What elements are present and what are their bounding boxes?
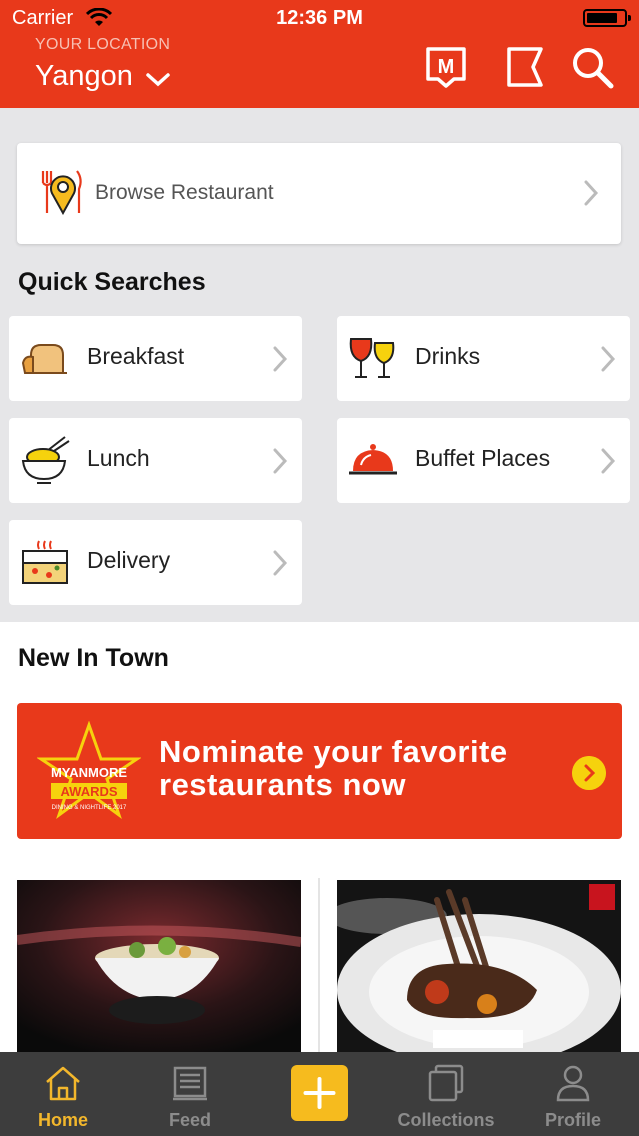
bread-icon — [21, 344, 67, 374]
chevron-right-icon — [273, 346, 288, 372]
browse-restaurant-label: Browse Restaurant — [95, 181, 274, 204]
tab-feed[interactable]: Feed — [130, 1052, 250, 1136]
battery-icon — [583, 9, 631, 27]
myanmore-awards-logo: MYANMORE AWARDS DINING & NIGHTLIFE 2017 — [37, 721, 141, 819]
wine-glasses-icon — [349, 338, 395, 378]
tab-home[interactable]: Home — [3, 1052, 123, 1136]
chevron-down-icon — [146, 72, 170, 86]
chevron-right-icon — [601, 448, 616, 474]
add-icon — [303, 1077, 336, 1109]
pizza-box-icon — [22, 540, 68, 584]
chevron-right-icon — [584, 180, 599, 206]
tab-profile[interactable]: Profile — [513, 1052, 633, 1136]
add-button[interactable] — [291, 1065, 348, 1121]
arrow-right-circle-icon[interactable] — [572, 756, 606, 790]
quick-search-label: Drinks — [415, 343, 481, 369]
chevron-right-icon — [601, 346, 616, 372]
map-pin-cutlery-icon — [41, 170, 82, 215]
browse-restaurant-card[interactable]: Browse Restaurant — [17, 143, 621, 244]
salad-bowl-photo[interactable] — [17, 880, 301, 1052]
home-icon — [46, 1066, 80, 1101]
tab-label: Profile — [544, 1110, 601, 1130]
location-value: Yangon — [35, 60, 133, 92]
quick-search-label: Lunch — [87, 445, 150, 471]
m-badge-icon[interactable]: M — [424, 45, 468, 89]
quick-search-label: Breakfast — [87, 343, 185, 369]
logo-text-dining: DINING & NIGHTLIFE 2017 — [52, 805, 127, 811]
quick-search-delivery[interactable]: Delivery — [9, 520, 302, 605]
tab-label: Feed — [168, 1110, 211, 1130]
feed-icon — [173, 1066, 207, 1101]
quick-search-lunch[interactable]: Lunch — [9, 418, 302, 503]
quick-search-label: Delivery — [87, 547, 171, 573]
food-cloche-icon — [349, 444, 397, 475]
logo-text-awards: AWARDS — [60, 784, 117, 799]
quick-searches-title: Quick Searches — [18, 268, 206, 296]
quick-search-label: Buffet Places — [415, 445, 551, 471]
location-label: YOUR LOCATION — [35, 36, 171, 53]
app-header: Carrier 12:36 PM YOUR LOCATION Yangon M — [0, 0, 639, 108]
collections-icon — [428, 1064, 464, 1102]
rice-bowl-icon — [21, 436, 70, 484]
banner-line-2: restaurants now — [159, 767, 406, 802]
search-icon[interactable] — [570, 45, 614, 89]
photo-divider — [318, 878, 320, 1052]
chevron-right-icon — [273, 550, 288, 576]
quick-search-drinks[interactable]: Drinks — [337, 316, 630, 401]
new-in-town-title: New In Town — [18, 644, 169, 672]
tab-collections[interactable]: Collections — [386, 1052, 506, 1136]
banner-line-1: Nominate your favorite — [159, 734, 508, 769]
lamb-chops-photo[interactable] — [337, 880, 621, 1052]
tab-label: Collections — [397, 1110, 495, 1130]
quick-search-buffet-places[interactable]: Buffet Places — [337, 418, 630, 503]
profile-icon — [556, 1065, 590, 1102]
bottom-tab-bar: Home Feed Collections Profile — [0, 1052, 639, 1136]
tab-label: Home — [37, 1110, 88, 1130]
nominate-banner[interactable]: MYANMORE AWARDS DINING & NIGHTLIFE 2017 … — [17, 703, 622, 839]
status-time: 12:36 PM — [276, 7, 363, 29]
bookmark-icon[interactable] — [503, 45, 547, 89]
location-selector[interactable]: Yangon — [35, 60, 171, 93]
quick-search-breakfast[interactable]: Breakfast — [9, 316, 302, 401]
logo-text-myanmore: MYANMORE — [51, 765, 127, 780]
chevron-right-icon — [273, 448, 288, 474]
status-bar: Carrier 12:36 PM — [0, 0, 639, 36]
m-badge-letter: M — [438, 56, 455, 78]
